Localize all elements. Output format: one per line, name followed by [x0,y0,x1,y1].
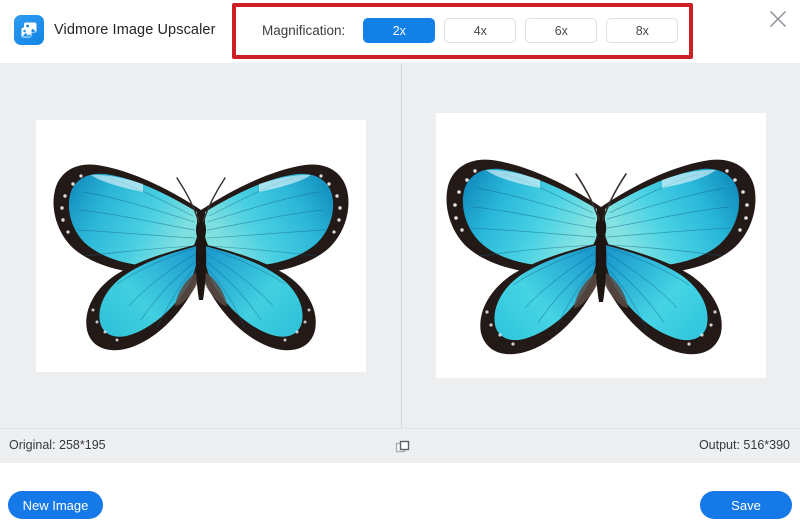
image-upscaler-window: Vidmore Image Upscaler Magnification: 2x… [0,0,800,527]
upscaled-preview-pane [400,63,800,428]
original-image[interactable] [36,119,366,372]
app-footer: New Image Save [0,463,800,527]
image-upscaler-logo-icon [14,15,44,45]
output-size-label: Output: 516*390 [698,438,790,452]
original-preview-pane [0,63,400,428]
close-icon[interactable] [764,5,792,33]
app-title: Vidmore Image Upscaler [54,22,216,38]
magnification-label: Magnification: [262,23,346,38]
upscaled-image[interactable] [435,113,766,378]
status-bar: Original: 258*195 Output: 516*390 [0,428,800,463]
overlapping-squares-icon[interactable] [394,438,412,456]
magnification-option-6x[interactable]: 6x [525,18,598,43]
save-button[interactable]: Save [700,491,792,519]
brand: Vidmore Image Upscaler [14,15,216,45]
magnification-control-group: Magnification: 2x 4x 6x 8x [262,18,679,43]
original-size-label: Original: 258*195 [9,438,106,452]
magnification-option-4x[interactable]: 4x [444,18,517,43]
compare-area [0,63,800,428]
magnification-option-2x[interactable]: 2x [363,18,436,43]
app-header: Vidmore Image Upscaler Magnification: 2x… [0,0,800,63]
pane-divider [401,63,402,428]
magnification-option-8x[interactable]: 8x [606,18,679,43]
new-image-button[interactable]: New Image [8,491,103,519]
